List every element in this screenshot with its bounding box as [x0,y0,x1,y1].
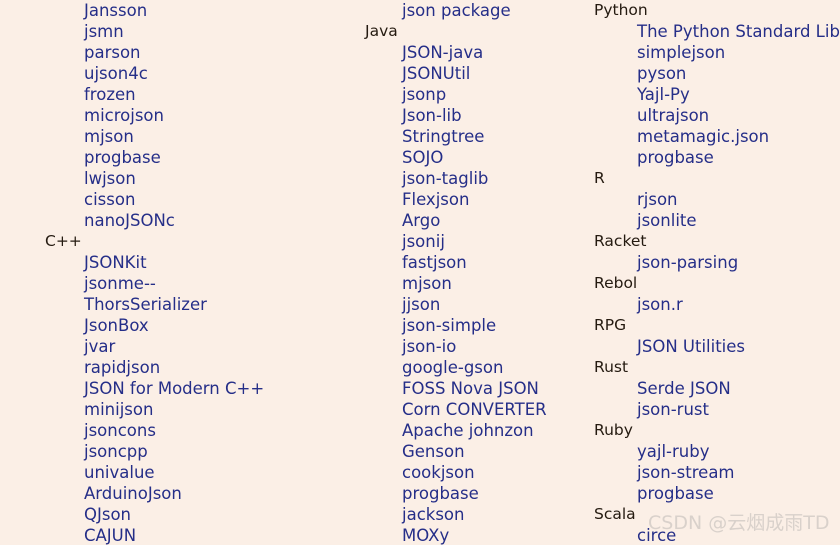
library-link[interactable]: jsmn [0,21,360,42]
library-link[interactable]: jsonij [365,231,593,252]
library-link[interactable]: jsonp [365,84,593,105]
library-link[interactable]: jsonlite [594,210,840,231]
library-link[interactable]: Yajl-Py [594,84,840,105]
library-link[interactable]: metamagic.json [594,126,840,147]
json-libraries-listing-page: Jansson jsmn parson ujson4c frozen microjson m… [0,0,840,545]
library-link[interactable]: ArduinoJson [0,483,360,504]
library-link[interactable]: Corn CONVERTER [365,399,593,420]
library-link[interactable]: Flexjson [365,189,593,210]
library-link[interactable]: fastjson [365,252,593,273]
library-link[interactable]: progbase [365,483,593,504]
library-link[interactable]: jsoncons [0,420,360,441]
library-link[interactable]: JSONUtil [365,63,593,84]
library-link[interactable]: progbase [594,147,840,168]
library-link[interactable]: microjson [0,105,360,126]
library-link[interactable]: SOJO [365,147,593,168]
library-link[interactable]: circe [594,525,840,545]
library-link[interactable]: cookjson [365,462,593,483]
library-link[interactable]: simplejson [594,42,840,63]
library-link[interactable]: Jansson [0,0,360,21]
category-header: Ruby [594,421,633,439]
library-link[interactable]: jsonme-- [0,273,360,294]
library-link[interactable]: JsonBox [0,315,360,336]
library-link[interactable]: minijson [0,399,360,420]
library-link[interactable]: MOXy [365,525,593,545]
library-link[interactable]: ujson4c [0,63,360,84]
library-link[interactable]: Genson [365,441,593,462]
library-link[interactable]: jackson [365,504,593,525]
library-link[interactable]: progbase [594,483,840,504]
language-column-python: Python The Python Standard Libra simplejso… [594,0,840,545]
library-link[interactable]: jsoncpp [0,441,360,462]
library-link[interactable]: frozen [0,84,360,105]
language-column-java: json package Java JSON-java JSONUtil jsonp Js… [365,0,593,545]
library-link[interactable]: json-stream [594,462,840,483]
library-link[interactable]: Serde JSON [594,378,840,399]
library-link[interactable]: mjson [0,126,360,147]
library-link[interactable]: The Python Standard Libra [594,21,840,42]
library-link[interactable]: CAJUN [0,525,360,545]
library-link[interactable]: JSON for Modern C++ [0,378,360,399]
library-link[interactable]: json-simple [365,315,593,336]
library-link[interactable]: ultrajson [594,105,840,126]
category-header: RPG [594,316,627,334]
library-link[interactable]: pyson [594,63,840,84]
category-header: Racket [594,232,647,250]
language-column-c: Jansson jsmn parson ujson4c frozen microjson m… [0,0,360,545]
library-link[interactable]: nanoJSONc [0,210,360,231]
category-header: C++ [45,232,82,250]
category-header: R [594,169,605,187]
category-header: Scala [594,505,636,523]
library-link[interactable]: json-parsing [594,252,840,273]
library-link[interactable]: JSON Utilities [594,336,840,357]
library-link[interactable]: lwjson [0,168,360,189]
library-link[interactable]: yajl-ruby [594,441,840,462]
library-link[interactable]: Argo [365,210,593,231]
library-link[interactable]: json.r [594,294,840,315]
library-link[interactable]: parson [0,42,360,63]
category-header: Python [594,1,648,19]
library-link[interactable]: cisson [0,189,360,210]
library-link[interactable]: rjson [594,189,840,210]
category-header: Rebol [594,274,638,292]
library-link[interactable]: FOSS Nova JSON [365,378,593,399]
library-link[interactable]: json package [365,0,593,21]
library-link[interactable]: ThorsSerializer [0,294,360,315]
library-link[interactable]: mjson [365,273,593,294]
library-link[interactable]: univalue [0,462,360,483]
library-link[interactable]: google-gson [365,357,593,378]
library-link[interactable]: Stringtree [365,126,593,147]
library-link[interactable]: json-taglib [365,168,593,189]
library-link[interactable]: jvar [0,336,360,357]
category-header: Rust [594,358,629,376]
library-link[interactable]: Apache johnzon [365,420,593,441]
library-link[interactable]: QJson [0,504,360,525]
library-link[interactable]: json-rust [594,399,840,420]
library-link[interactable]: Json-lib [365,105,593,126]
library-link[interactable]: rapidjson [0,357,360,378]
category-header: Java [365,22,398,40]
library-link[interactable]: json-io [365,336,593,357]
library-link[interactable]: JSON-java [365,42,593,63]
library-link[interactable]: progbase [0,147,360,168]
library-link[interactable]: jjson [365,294,593,315]
library-link[interactable]: JSONKit [0,252,360,273]
